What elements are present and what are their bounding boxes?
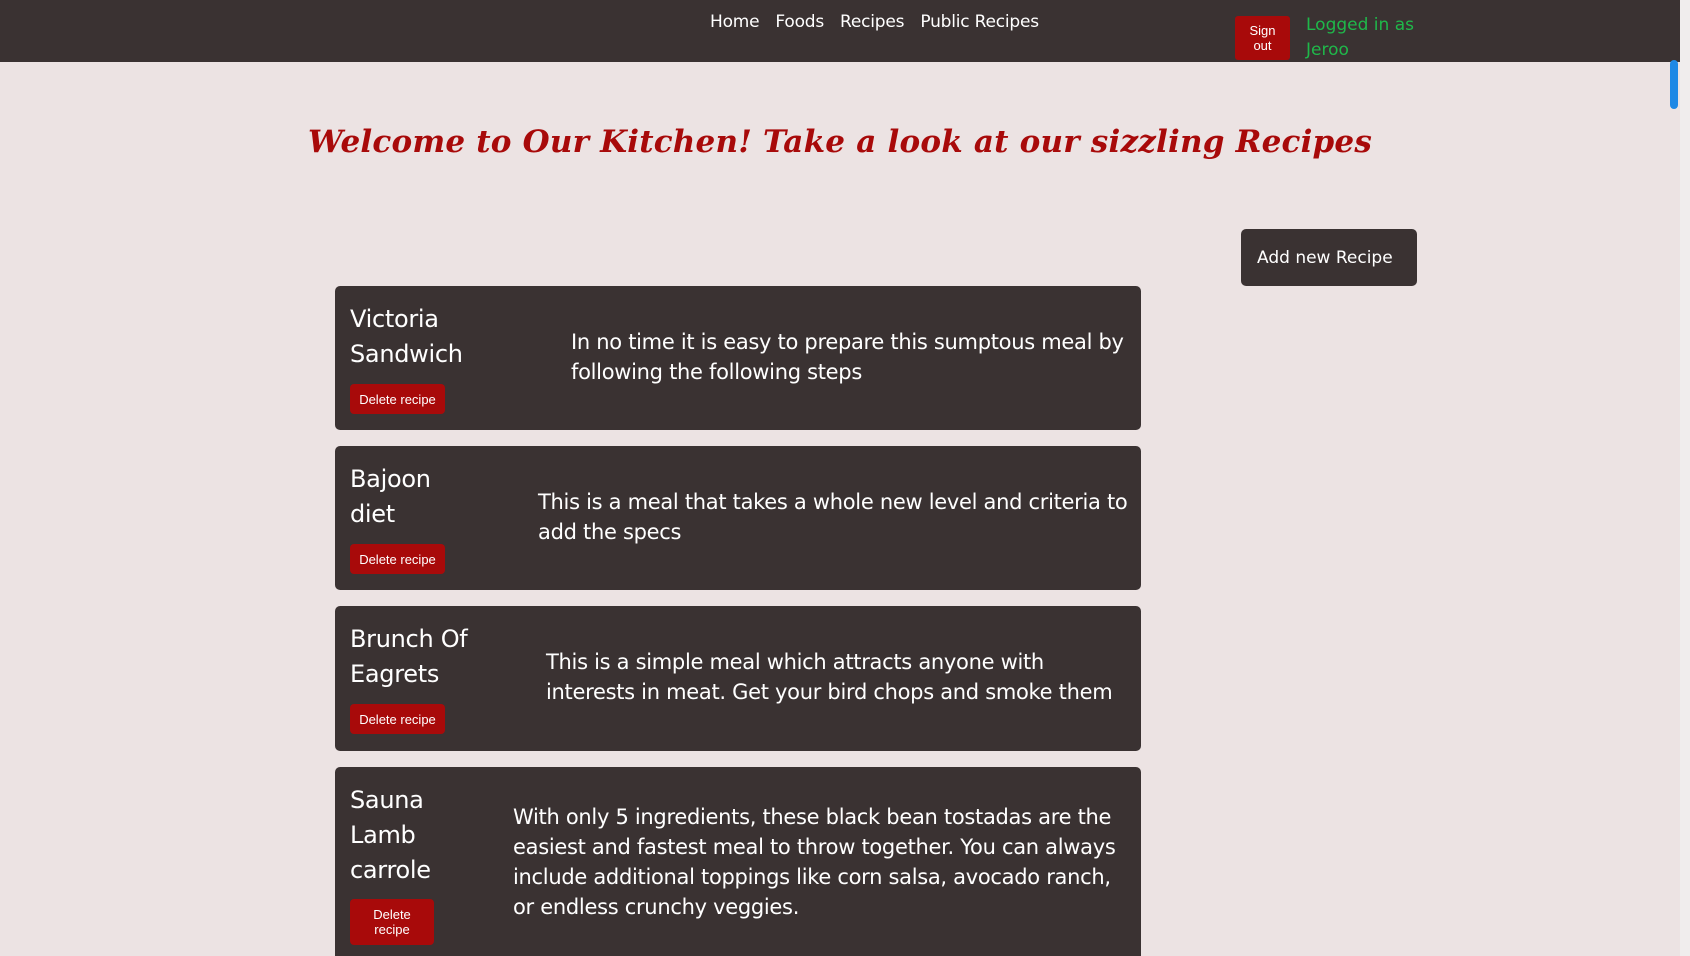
recipe-name: Sauna Lamb carrole bbox=[350, 786, 431, 884]
logged-in-status: Logged in as Jeroo bbox=[1306, 15, 1414, 60]
delete-recipe-button[interactable]: Delete recipe bbox=[350, 384, 445, 414]
nav-link-foods[interactable]: Foods bbox=[775, 12, 824, 32]
recipe-name: Victoria Sandwich bbox=[350, 305, 463, 368]
delete-recipe-button[interactable]: Delete recipe bbox=[350, 544, 445, 574]
recipe-card: Brunch Of Eagrets Delete recipe This is … bbox=[335, 606, 1141, 751]
nav-link-recipes[interactable]: Recipes bbox=[840, 12, 904, 32]
sign-out-button[interactable]: Sign out bbox=[1235, 16, 1290, 60]
add-new-recipe-button[interactable]: Add new Recipe bbox=[1241, 229, 1417, 286]
delete-recipe-button[interactable]: Delete recipe bbox=[350, 899, 434, 945]
recipe-description: With only 5 ingredients, these black bea… bbox=[513, 805, 1116, 919]
recipe-description: This is a simple meal which attracts any… bbox=[546, 650, 1113, 704]
recipe-name: Brunch Of Eagrets bbox=[350, 625, 468, 688]
recipe-description: In no time it is easy to prepare this su… bbox=[571, 330, 1124, 384]
nav-link-home[interactable]: Home bbox=[710, 12, 760, 32]
recipe-name: Bajoon diet bbox=[350, 465, 431, 528]
scrollbar-track[interactable] bbox=[1680, 0, 1690, 956]
top-navbar: Home Foods Recipes Public Recipes Sign o… bbox=[0, 0, 1680, 62]
page-title: Welcome to Our Kitchen! Take a look at o… bbox=[307, 124, 1372, 160]
recipe-card: Bajoon diet Delete recipe This is a meal… bbox=[335, 446, 1141, 590]
recipe-description: This is a meal that takes a whole new le… bbox=[538, 490, 1128, 544]
recipe-card: Victoria Sandwich Delete recipe In no ti… bbox=[335, 286, 1141, 430]
delete-recipe-button[interactable]: Delete recipe bbox=[350, 704, 445, 734]
nav-links: Home Foods Recipes Public Recipes bbox=[710, 12, 1039, 32]
recipe-card: Sauna Lamb carrole Delete recipe With on… bbox=[335, 767, 1141, 956]
nav-link-public-recipes[interactable]: Public Recipes bbox=[920, 12, 1039, 32]
scrollbar-thumb[interactable] bbox=[1670, 60, 1678, 109]
